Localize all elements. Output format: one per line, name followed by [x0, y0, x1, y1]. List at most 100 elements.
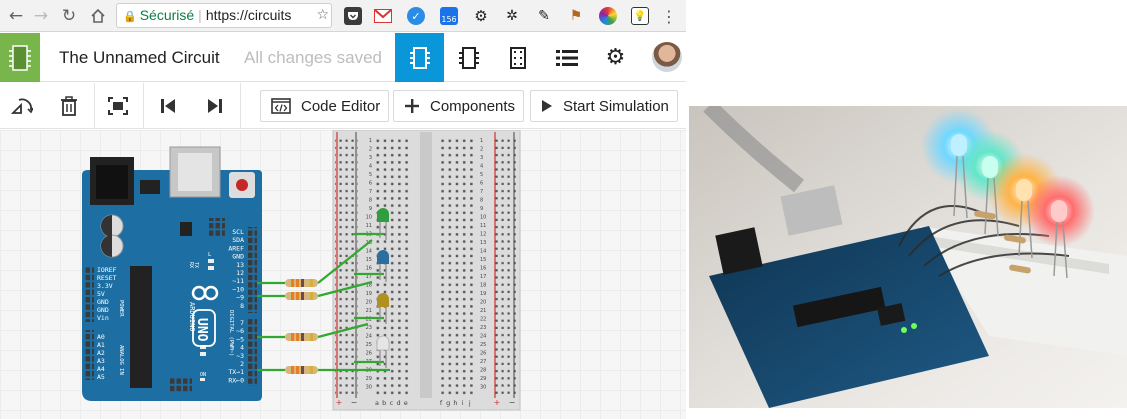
pin-label: 8 [240, 302, 244, 310]
tinkercad-logo[interactable] [0, 33, 40, 82]
calendar-badge-icon[interactable]: 156 [440, 7, 458, 25]
row-number: 10 [366, 215, 372, 221]
code-editor-button[interactable]: Code Editor [260, 90, 390, 122]
row-number: 7 [480, 189, 483, 195]
row-number: 20 [480, 300, 486, 306]
gear-extension-icon[interactable]: ⚙ [472, 7, 490, 25]
bulb-icon[interactable]: 💡 [631, 7, 649, 25]
back-arrow-icon[interactable]: ← [4, 4, 28, 28]
pin-label: IOREF [97, 266, 117, 274]
circuit-title[interactable]: The Unnamed Circuit [59, 48, 220, 68]
resistors[interactable] [285, 279, 318, 374]
pocket-icon[interactable] [344, 7, 362, 25]
rotate-icon[interactable] [10, 94, 34, 118]
forward-arrow-icon[interactable]: → [29, 4, 53, 28]
resistor[interactable] [285, 366, 318, 374]
pin-label: RX←0 [228, 376, 244, 384]
flag-icon[interactable]: ⚑ [567, 7, 585, 25]
row-number: 20 [366, 300, 372, 306]
pin-label: ~11 [232, 277, 244, 285]
pin-label: 2 [240, 360, 244, 368]
pcb-chip-icon [509, 46, 526, 69]
color-picker-icon[interactable] [599, 7, 617, 25]
row-number: 27 [480, 359, 486, 365]
arduino-photo [689, 106, 1127, 408]
resistor[interactable] [285, 333, 318, 341]
atmega-chip [130, 266, 152, 388]
home-icon[interactable] [86, 4, 110, 28]
row-number: 5 [369, 172, 372, 178]
rail-plus: + [336, 398, 343, 407]
pin-label: GND [232, 253, 244, 261]
secure-label: Sécurisé [139, 7, 195, 23]
row-number: 7 [369, 189, 372, 195]
pin-label: A1 [97, 341, 105, 349]
row-number: 2 [369, 147, 372, 153]
editor-toolbar: Code Editor Components Start Simulation [0, 83, 686, 129]
row-number: 30 [480, 385, 486, 391]
address-bar[interactable]: 🔒 Sécurisé | https://circuits ☆ [116, 3, 332, 28]
feedly-icon[interactable]: ✓ [407, 7, 425, 25]
resistor[interactable] [285, 279, 318, 287]
row-number: 15 [480, 257, 486, 263]
row-number: 8 [369, 198, 372, 204]
row-number: 26 [480, 351, 486, 357]
circuit-canvas[interactable]: SCL SDA AREF GND 13 12 ~11 ~10 ~9 8 7 ~6 ~5 4 ~3 2 TX→1 R… [0, 130, 686, 419]
pcb-view-button[interactable] [493, 33, 542, 82]
schematic-icon [458, 46, 479, 69]
code-editor-label: Code Editor [301, 97, 381, 115]
pin-label: 5V [97, 290, 105, 298]
components-button[interactable]: Components [393, 90, 525, 122]
zoom-fit-icon[interactable] [106, 94, 130, 118]
circuit-view-button[interactable] [395, 33, 444, 82]
row-number: 25 [366, 342, 372, 348]
pin-label: A5 [97, 373, 105, 381]
bookmark-star-icon[interactable]: ☆ [313, 4, 329, 27]
trash-icon[interactable] [57, 94, 81, 118]
column-letter: j [468, 399, 471, 407]
gmail-icon[interactable] [374, 7, 392, 25]
gear-icon: ⚙ [605, 45, 626, 70]
row-number: 21 [480, 308, 486, 314]
pin-label: 3.3V [97, 282, 113, 290]
column-letter: g [446, 399, 450, 407]
breadboard[interactable] [332, 130, 521, 411]
skip-forward-icon[interactable] [203, 94, 227, 118]
save-status: All changes saved [244, 48, 382, 67]
row-number: 13 [480, 240, 486, 246]
pin-label: 7 [240, 319, 244, 327]
analog-header [84, 330, 94, 380]
row-number: 4 [480, 164, 483, 170]
pin-label: A0 [97, 333, 105, 341]
pen-icon[interactable]: ✎ [535, 7, 553, 25]
schematic-view-button[interactable] [444, 33, 493, 82]
component-list-button[interactable] [542, 33, 591, 82]
arduino-model: UNO [194, 318, 209, 342]
reload-icon[interactable]: ↻ [57, 4, 81, 28]
row-number: 3 [369, 155, 372, 161]
row-number: 2 [480, 147, 483, 153]
url-text: https://circuits [205, 7, 292, 23]
resistor[interactable] [285, 292, 318, 300]
start-simulation-button[interactable]: Start Simulation [530, 90, 678, 122]
row-number: 18 [480, 283, 486, 289]
row-number: 11 [366, 223, 372, 229]
digital-label: DIGITAL (PWM~) [228, 310, 234, 356]
row-number: 10 [480, 215, 486, 221]
bug-icon[interactable]: ✲ [503, 7, 521, 25]
pin-label: 4 [240, 344, 244, 352]
rail-minus: − [509, 398, 516, 407]
pin-label: ~10 [232, 285, 244, 293]
row-number: 28 [480, 368, 486, 374]
components-label: Components [430, 97, 516, 115]
skip-back-icon[interactable] [156, 94, 180, 118]
settings-button[interactable]: ⚙ [591, 33, 640, 82]
column-letter: a [375, 399, 379, 407]
menu-dots-icon[interactable]: ⋮ [660, 7, 678, 26]
toolbar-divider [240, 83, 241, 129]
row-number: 15 [366, 257, 372, 263]
chip-logo-icon [9, 44, 31, 71]
pin-label: A2 [97, 349, 105, 357]
row-number: 21 [366, 308, 372, 314]
avatar[interactable] [652, 42, 682, 72]
